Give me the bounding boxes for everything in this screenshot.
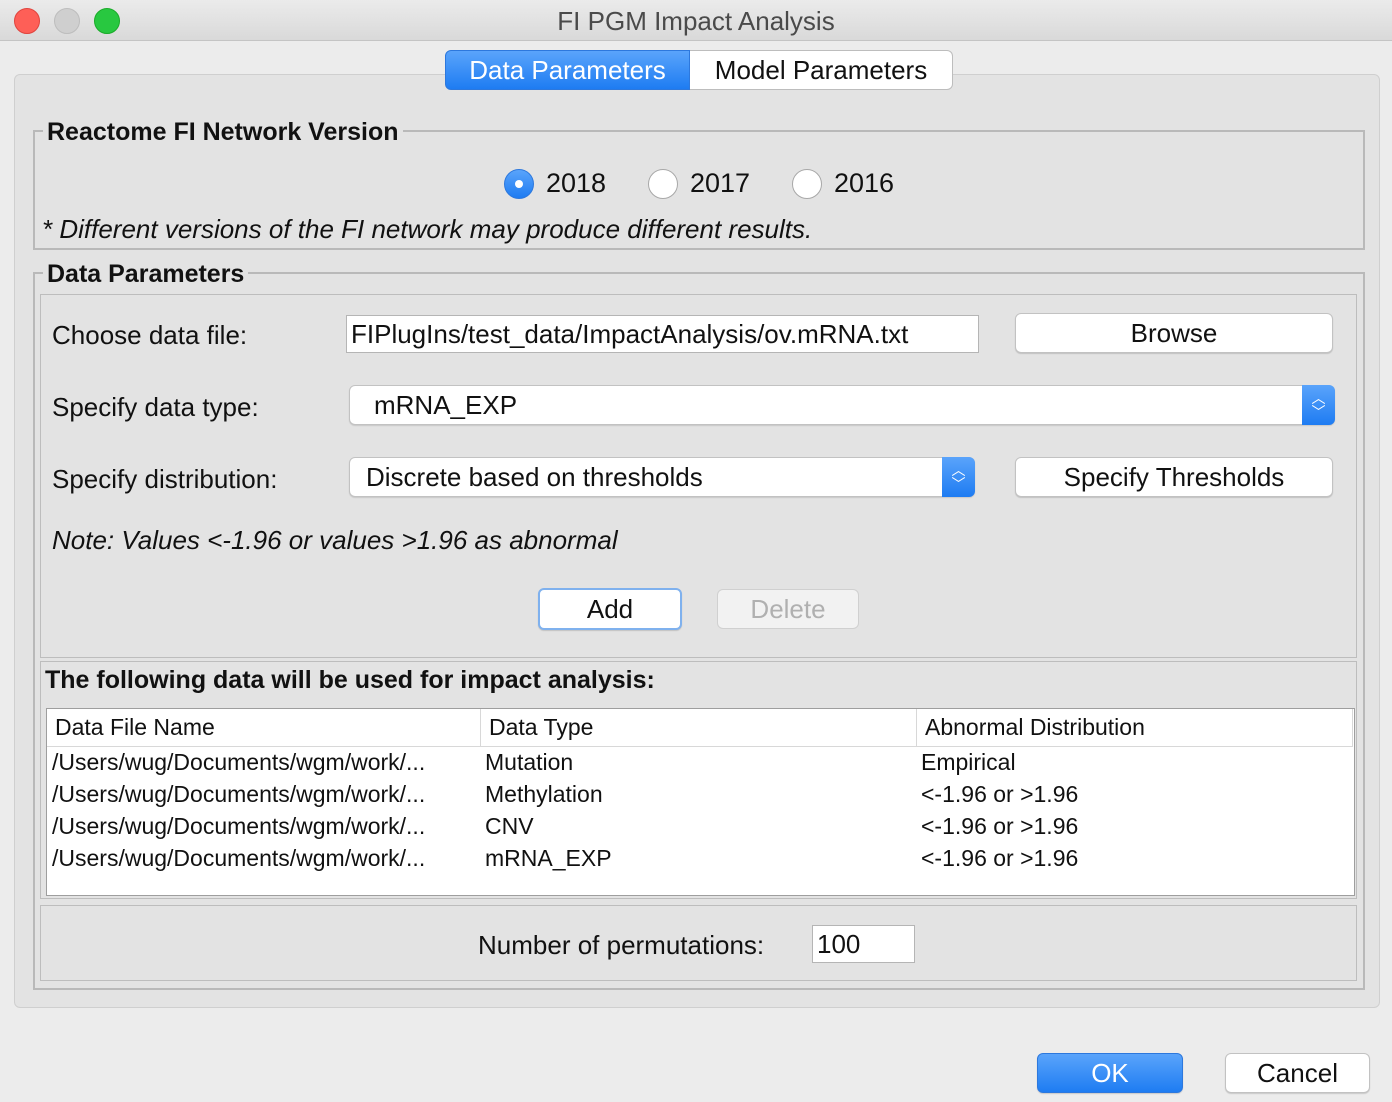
fi-version-note: * Different versions of the FI network m… (42, 214, 813, 244)
browse-button[interactable]: Browse (1015, 313, 1333, 353)
specify-thresholds-button[interactable]: Specify Thresholds (1015, 457, 1333, 497)
cancel-button[interactable]: Cancel (1225, 1053, 1370, 1093)
cell-distribution: Empirical (921, 749, 1016, 775)
window-title: FI PGM Impact Analysis (557, 6, 835, 36)
table-row[interactable]: /Users/wug/Documents/wgm/work/... CNV <-… (47, 811, 1354, 843)
cell-file: /Users/wug/Documents/wgm/work/... (52, 749, 426, 775)
distribution-label: Specify distribution: (52, 464, 278, 494)
table-row[interactable]: /Users/wug/Documents/wgm/work/... Mutati… (47, 747, 1354, 779)
column-header-file[interactable]: Data File Name (47, 709, 481, 747)
column-header-distribution[interactable]: Abnormal Distribution (917, 709, 1353, 747)
add-button[interactable]: Add (538, 588, 682, 630)
table-row[interactable]: /Users/wug/Documents/wgm/work/... Methyl… (47, 779, 1354, 811)
radio-2016[interactable] (792, 169, 822, 199)
radio-2018[interactable] (504, 169, 534, 199)
cell-file: /Users/wug/Documents/wgm/work/... (52, 845, 426, 871)
cell-type: mRNA_EXP (485, 845, 612, 871)
data-table[interactable]: Data File Name Data Type Abnormal Distri… (46, 708, 1355, 896)
cell-distribution: <-1.96 or >1.96 (921, 813, 1079, 839)
cell-type: Mutation (485, 749, 574, 775)
cell-distribution: <-1.96 or >1.96 (921, 781, 1079, 807)
ok-button[interactable]: OK (1037, 1053, 1183, 1093)
distribution-value: Discrete based on thresholds (366, 461, 703, 492)
radio-2018-label[interactable]: 2018 (546, 168, 606, 199)
tab-model-parameters[interactable]: Model Parameters (690, 50, 953, 90)
cell-file: /Users/wug/Documents/wgm/work/... (52, 813, 426, 839)
file-label: Choose data file: (52, 320, 248, 350)
data-type-select[interactable]: mRNA_EXP ︿ ﹀ (349, 385, 1335, 425)
permutations-label: Number of permutations: (478, 930, 765, 960)
chevron-updown-icon: ︿ ﹀ (1302, 385, 1335, 425)
distribution-select[interactable]: Discrete based on thresholds ︿ ﹀ (349, 457, 975, 497)
column-header-type[interactable]: Data Type (481, 709, 917, 747)
fi-version-legend: Reactome FI Network Version (43, 118, 403, 147)
data-type-label: Specify data type: (52, 392, 259, 422)
data-params-legend: Data Parameters (43, 260, 249, 289)
chevron-updown-icon: ︿ ﹀ (942, 457, 975, 497)
tab-data-parameters[interactable]: Data Parameters (445, 50, 690, 90)
radio-2016-label[interactable]: 2016 (834, 168, 894, 199)
cell-distribution: <-1.96 or >1.96 (921, 845, 1079, 871)
data-table-heading: The following data will be used for impa… (45, 666, 655, 694)
table-row[interactable]: /Users/wug/Documents/wgm/work/... mRNA_E… (47, 843, 1354, 875)
radio-2017-label[interactable]: 2017 (690, 168, 750, 199)
data-type-value: mRNA_EXP (374, 389, 518, 420)
cell-type: CNV (485, 813, 534, 839)
delete-button[interactable]: Delete (717, 589, 859, 629)
cell-type: Methylation (485, 781, 603, 807)
permutations-field[interactable]: 100 (812, 925, 915, 963)
data-file-field[interactable]: FIPlugIns/test_data/ImpactAnalysis/ov.mR… (346, 315, 979, 353)
threshold-note: Note: Values <-1.96 or values >1.96 as a… (52, 525, 618, 555)
cell-file: /Users/wug/Documents/wgm/work/... (52, 781, 426, 807)
radio-2017[interactable] (648, 169, 678, 199)
